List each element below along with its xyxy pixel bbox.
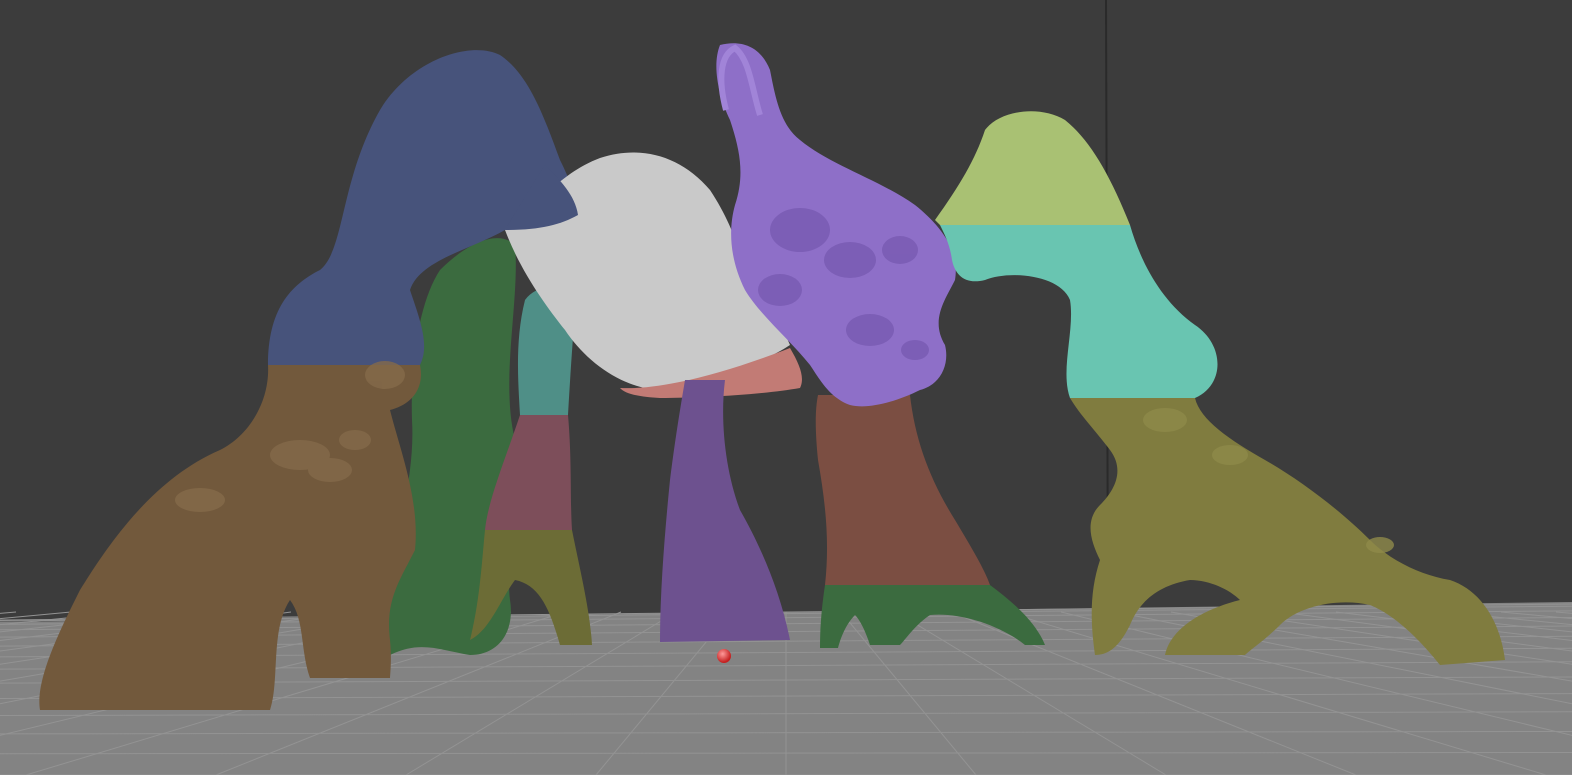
transform-pivot-marker[interactable] xyxy=(717,649,731,663)
viewport-canvas[interactable] xyxy=(0,0,1572,775)
3d-viewport[interactable] xyxy=(0,0,1572,775)
